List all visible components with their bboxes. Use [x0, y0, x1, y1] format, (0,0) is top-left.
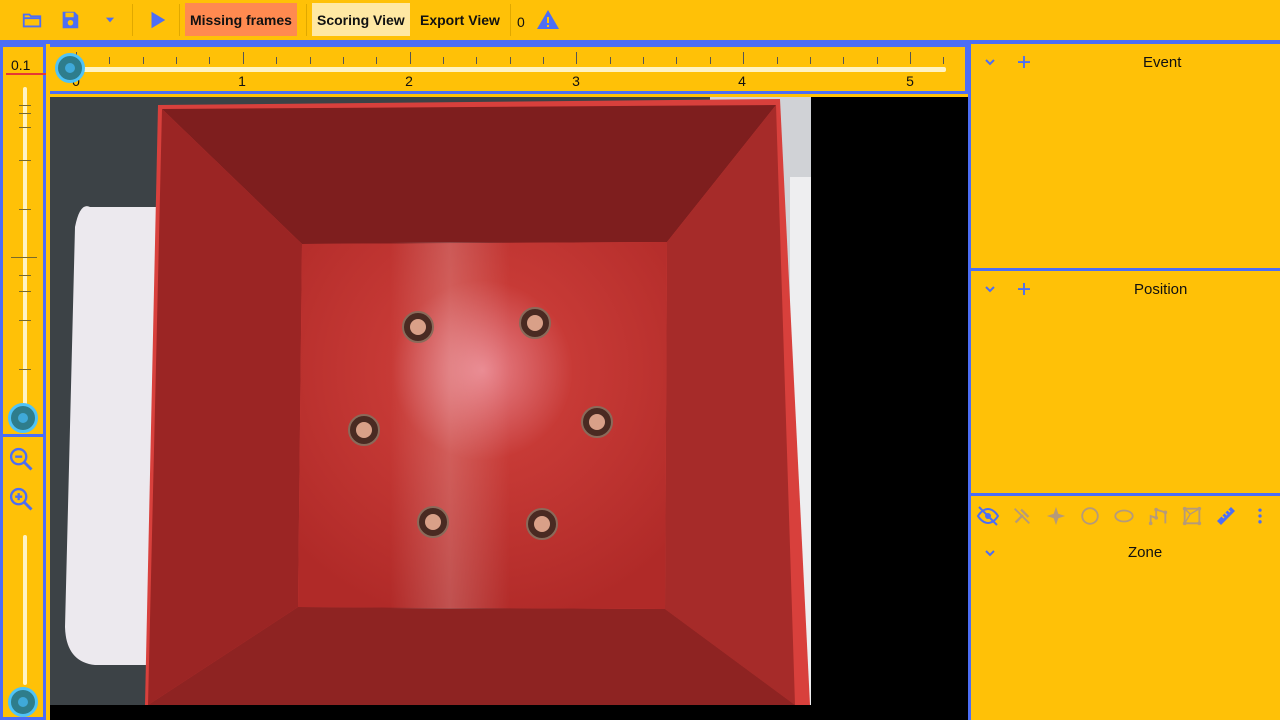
event-panel-title: Event: [1143, 54, 1182, 71]
zone-toolbar: [971, 499, 1280, 533]
warning-count: 0: [517, 14, 525, 30]
chevron-down-icon[interactable]: [978, 541, 1002, 565]
speed-slider-track[interactable]: [23, 87, 27, 417]
timeline-tick: [776, 57, 778, 64]
export-view-button[interactable]: Export View: [415, 3, 505, 36]
event-panel-header: Event: [971, 44, 1280, 80]
polygon-icon[interactable]: [1175, 499, 1209, 533]
save-icon[interactable]: [58, 8, 82, 32]
video-viewport[interactable]: [50, 97, 968, 720]
more-vert-icon[interactable]: [1243, 499, 1277, 533]
timeline-tick: [676, 57, 678, 64]
timeline-tick: [376, 57, 378, 64]
timeline-tick: [176, 57, 178, 64]
timeline-tick: [276, 57, 278, 64]
timeline-tick: [576, 52, 578, 64]
timeline-tick: [109, 57, 111, 64]
timeline-label: 1: [238, 73, 246, 89]
timeline-tick: [309, 57, 311, 64]
polyline-icon[interactable]: [1141, 499, 1175, 533]
timeline-label: 4: [738, 73, 746, 89]
timeline-tick: [743, 52, 745, 64]
app-window: Missing frames Scoring View Export View …: [0, 0, 1280, 720]
ruler-icon[interactable]: [1209, 499, 1243, 533]
timeline-handle[interactable]: [55, 53, 85, 83]
speed-tick: [19, 209, 31, 210]
chevron-down-icon[interactable]: [978, 277, 1002, 301]
add-point-icon[interactable]: [1039, 499, 1073, 533]
position-panel-header: Position: [971, 271, 1280, 307]
speed-tick: [11, 257, 37, 258]
timeline-tick: [242, 52, 244, 64]
folder-open-icon[interactable]: [20, 8, 44, 32]
right-panels: Event Position Zone: [968, 44, 1280, 720]
timeline-tick: [476, 57, 478, 64]
timeline-tick: [643, 57, 645, 64]
left-controls: 0.1: [0, 44, 46, 720]
warning-icon[interactable]: [536, 8, 560, 32]
zoom-slider-track[interactable]: [23, 535, 27, 685]
zoom-in-icon[interactable]: [5, 483, 37, 515]
speed-tick: [19, 105, 31, 106]
zoom-out-icon[interactable]: [5, 443, 37, 475]
toolbar: Missing frames Scoring View Export View …: [0, 0, 1280, 40]
timeline-tick: [409, 52, 411, 64]
missing-frames-button[interactable]: Missing frames: [185, 3, 297, 36]
timeline-tick: [843, 57, 845, 64]
timeline-tick: [943, 57, 945, 64]
add-position-icon[interactable]: [1012, 277, 1036, 301]
hide-icon[interactable]: [971, 499, 1005, 533]
video-frame: [50, 97, 811, 705]
timeline-tick: [876, 57, 878, 64]
speed-tick: [19, 160, 31, 161]
speed-tick: [19, 275, 31, 276]
timeline-tick: [910, 52, 911, 64]
timeline-track[interactable]: [70, 67, 946, 72]
ellipse-icon[interactable]: [1107, 499, 1141, 533]
toolbar-divider: [132, 4, 133, 36]
timeline-label: 2: [405, 73, 413, 89]
timeline-tick: [709, 57, 711, 64]
timeline-label: 5: [906, 73, 914, 89]
zone-panel-title: Zone: [1128, 544, 1163, 561]
zoom-slider-handle[interactable]: [8, 687, 38, 717]
toolbar-divider: [510, 4, 511, 36]
dropdown-icon[interactable]: [98, 8, 122, 32]
add-event-icon[interactable]: [1012, 50, 1036, 74]
remove-point-icon[interactable]: [1005, 499, 1039, 533]
speed-tick: [19, 320, 31, 321]
position-panel: Position: [968, 271, 1280, 493]
timeline-tick: [809, 57, 811, 64]
speed-tick: [19, 369, 31, 370]
playback-speed-value: 0.1: [6, 57, 46, 75]
scoring-view-button[interactable]: Scoring View: [312, 3, 410, 36]
toolbar-divider: [179, 4, 180, 36]
speed-tick: [19, 291, 31, 292]
timeline-tick: [209, 57, 211, 64]
timeline-tick: [142, 57, 144, 64]
speed-tick: [19, 113, 31, 114]
event-panel: Event: [968, 44, 1280, 270]
timeline-tick: [442, 57, 444, 64]
toolbar-divider: [306, 4, 307, 36]
timeline-tick: [509, 57, 511, 64]
timeline-tick: [609, 57, 611, 64]
timeline-label: 3: [572, 73, 580, 89]
timeline-tick: [342, 57, 344, 64]
circle-icon[interactable]: [1073, 499, 1107, 533]
speed-slider-handle[interactable]: [8, 403, 38, 433]
timeline-tick: [543, 57, 545, 64]
timeline: 0 1 2 3 4 5: [50, 44, 968, 94]
play-icon[interactable]: [145, 8, 169, 32]
speed-zoom-divider: [0, 434, 46, 437]
chevron-down-icon[interactable]: [978, 50, 1002, 74]
position-panel-title: Position: [1134, 281, 1188, 298]
speed-tick: [19, 127, 31, 128]
